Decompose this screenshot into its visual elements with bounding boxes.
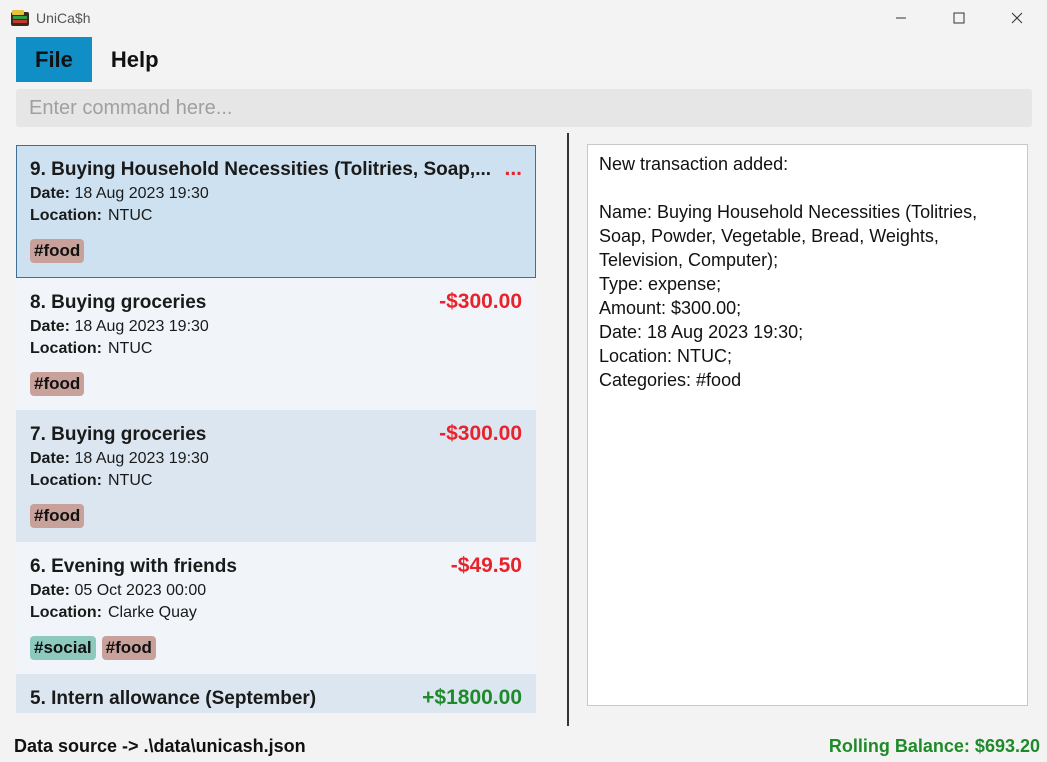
transaction-date: 18 Aug 2023 19:30 xyxy=(74,185,209,202)
data-source-status: Data source -> .\data\unicash.json xyxy=(14,736,306,756)
date-label: Date: xyxy=(30,318,71,335)
minimize-icon xyxy=(896,17,906,19)
transaction-location: NTUC xyxy=(108,472,153,489)
split-pane-divider[interactable] xyxy=(567,133,569,726)
window-title: UniCa$h xyxy=(36,10,91,26)
result-display: New transaction added: Name: Buying Hous… xyxy=(587,144,1028,706)
transaction-date: 18 Aug 2023 19:30 xyxy=(74,450,209,467)
wallet-icon xyxy=(11,10,29,26)
transaction-title: 6. Evening with friends xyxy=(30,556,237,577)
transaction-date: 05 Oct 2023 00:00 xyxy=(74,582,207,599)
transaction-card[interactable]: 9. Buying Household Necessities (Tolitri… xyxy=(16,145,536,278)
menu-bar: File Help xyxy=(16,37,178,82)
transaction-title: 7. Buying groceries xyxy=(30,424,207,445)
location-label: Location: xyxy=(30,340,102,357)
transaction-card[interactable]: 5. Intern allowance (September) +$1800.0… xyxy=(16,674,536,713)
maximize-icon xyxy=(953,12,965,24)
rolling-balance: Rolling Balance: $693.20 xyxy=(828,736,1040,756)
transaction-amount: -$49.50 xyxy=(450,554,522,577)
category-tag: #food xyxy=(30,504,85,528)
transaction-amount: -$300.00 xyxy=(439,290,522,313)
transaction-card[interactable]: 6. Evening with friends -$49.50 Date: 05… xyxy=(16,542,536,674)
date-label: Date: xyxy=(30,185,71,202)
title-bar: UniCa$h xyxy=(0,0,1047,36)
close-icon xyxy=(1011,12,1023,24)
date-label: Date: xyxy=(30,582,71,599)
minimize-button[interactable] xyxy=(872,0,930,36)
transaction-amount: +$1800.00 xyxy=(422,686,522,709)
menu-file[interactable]: File xyxy=(16,37,92,82)
transaction-title: 9. Buying Household Necessities (Tolitri… xyxy=(30,159,492,180)
transaction-location: NTUC xyxy=(108,340,153,357)
transaction-title: 5. Intern allowance (September) xyxy=(30,688,317,709)
close-button[interactable] xyxy=(988,0,1046,36)
transaction-list[interactable]: 9. Buying Household Necessities (Tolitri… xyxy=(16,145,536,713)
transaction-amount: -$300.00 xyxy=(439,422,522,445)
date-label: Date: xyxy=(30,450,71,467)
category-tag: #social xyxy=(30,636,96,660)
transaction-card[interactable]: 8. Buying groceries -$300.00 Date: 18 Au… xyxy=(16,278,536,410)
category-tag: #food xyxy=(30,372,85,396)
menu-help[interactable]: Help xyxy=(92,37,178,82)
location-label: Location: xyxy=(30,472,102,489)
command-input[interactable] xyxy=(16,89,1032,127)
category-tag: #food xyxy=(30,239,85,263)
transaction-location: Clarke Quay xyxy=(108,604,197,621)
location-label: Location: xyxy=(30,604,102,621)
transaction-amount: ... xyxy=(504,157,522,180)
transaction-date: 18 Aug 2023 19:30 xyxy=(74,318,209,335)
maximize-button[interactable] xyxy=(930,0,988,36)
transaction-title: 8. Buying groceries xyxy=(30,292,207,313)
transaction-card[interactable]: 7. Buying groceries -$300.00 Date: 18 Au… xyxy=(16,410,536,542)
transaction-location: NTUC xyxy=(108,207,153,224)
category-tag: #food xyxy=(101,636,156,660)
location-label: Location: xyxy=(30,207,102,224)
